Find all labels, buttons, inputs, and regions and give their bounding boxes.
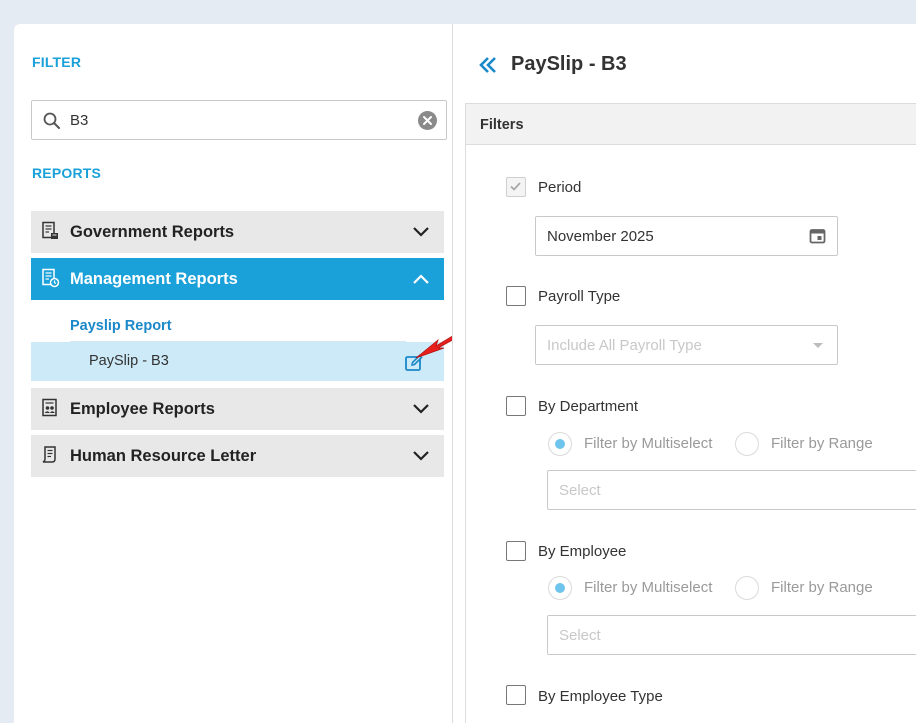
department-radio-range[interactable]: [735, 432, 759, 456]
employee-select[interactable]: Select: [547, 615, 916, 655]
filters-header: Filters: [466, 104, 916, 145]
employee-select-placeholder: Select: [559, 627, 601, 644]
period-date-field[interactable]: November 2025: [535, 216, 838, 256]
employee-radio-multiselect[interactable]: [548, 576, 572, 600]
employee-radio-range[interactable]: [735, 576, 759, 600]
employee-radio-multiselect-label: Filter by Multiselect: [584, 579, 713, 596]
report-item-payslip-b3[interactable]: PaySlip - B3: [31, 342, 444, 381]
accordion-label: Employee Reports: [70, 400, 215, 418]
search-box[interactable]: [31, 100, 447, 140]
by-employee-type-label: By Employee Type: [538, 688, 663, 705]
accordion-government-reports[interactable]: Government Reports: [31, 211, 444, 253]
department-select-placeholder: Select: [559, 482, 601, 499]
department-radio-multiselect-label: Filter by Multiselect: [584, 435, 713, 452]
report-main-panel: PaySlip - B3 Filters Period November 202…: [453, 24, 916, 723]
accordion-human-resource-letter[interactable]: Human Resource Letter: [31, 435, 444, 477]
checkmark-icon: [510, 182, 521, 191]
management-report-icon: [42, 268, 60, 288]
chevron-down-icon: [413, 227, 429, 237]
accordion-employee-reports[interactable]: Employee Reports: [31, 388, 444, 430]
by-employee-label: By Employee: [538, 543, 627, 560]
period-checkbox[interactable]: [506, 177, 526, 197]
chevron-down-icon: [413, 404, 429, 414]
calendar-icon[interactable]: [809, 227, 826, 244]
by-employee-checkbox[interactable]: [506, 541, 526, 561]
reports-label: REPORTS: [32, 165, 102, 181]
report-sidebar: FILTER REPORTS Government Reports: [14, 24, 452, 723]
payroll-type-checkbox[interactable]: [506, 286, 526, 306]
by-department-checkbox[interactable]: [506, 396, 526, 416]
letter-icon: [42, 446, 56, 463]
accordion-management-reports[interactable]: Management Reports: [31, 258, 444, 300]
accordion-label: Human Resource Letter: [70, 447, 257, 465]
double-chevron-left-icon[interactable]: [477, 54, 499, 76]
by-department-label: By Department: [538, 398, 639, 415]
government-report-icon: [42, 221, 58, 239]
page-title: PaySlip - B3: [511, 53, 627, 75]
chevron-down-icon: [413, 451, 429, 461]
search-icon: [43, 112, 60, 129]
chevron-up-icon: [413, 274, 429, 284]
employee-report-icon: [42, 398, 57, 417]
payroll-type-select[interactable]: Include All Payroll Type: [535, 325, 838, 365]
department-select[interactable]: Select: [547, 470, 916, 510]
department-radio-multiselect[interactable]: [548, 432, 572, 456]
subgroup-payslip-report[interactable]: Payslip Report: [70, 318, 172, 334]
period-value: November 2025: [547, 228, 654, 245]
by-employee-type-checkbox[interactable]: [506, 685, 526, 705]
period-label: Period: [538, 179, 582, 196]
filter-label: FILTER: [32, 54, 82, 70]
accordion-label: Management Reports: [70, 270, 238, 288]
search-input[interactable]: [70, 109, 400, 131]
report-item-label: PaySlip - B3: [89, 353, 169, 369]
payroll-type-placeholder: Include All Payroll Type: [547, 337, 702, 354]
chevron-down-icon: [813, 343, 823, 348]
clear-search-icon[interactable]: [418, 111, 437, 130]
payroll-type-label: Payroll Type: [538, 288, 621, 305]
accordion-label: Government Reports: [70, 223, 235, 241]
department-radio-range-label: Filter by Range: [771, 435, 873, 452]
employee-radio-range-label: Filter by Range: [771, 579, 873, 596]
